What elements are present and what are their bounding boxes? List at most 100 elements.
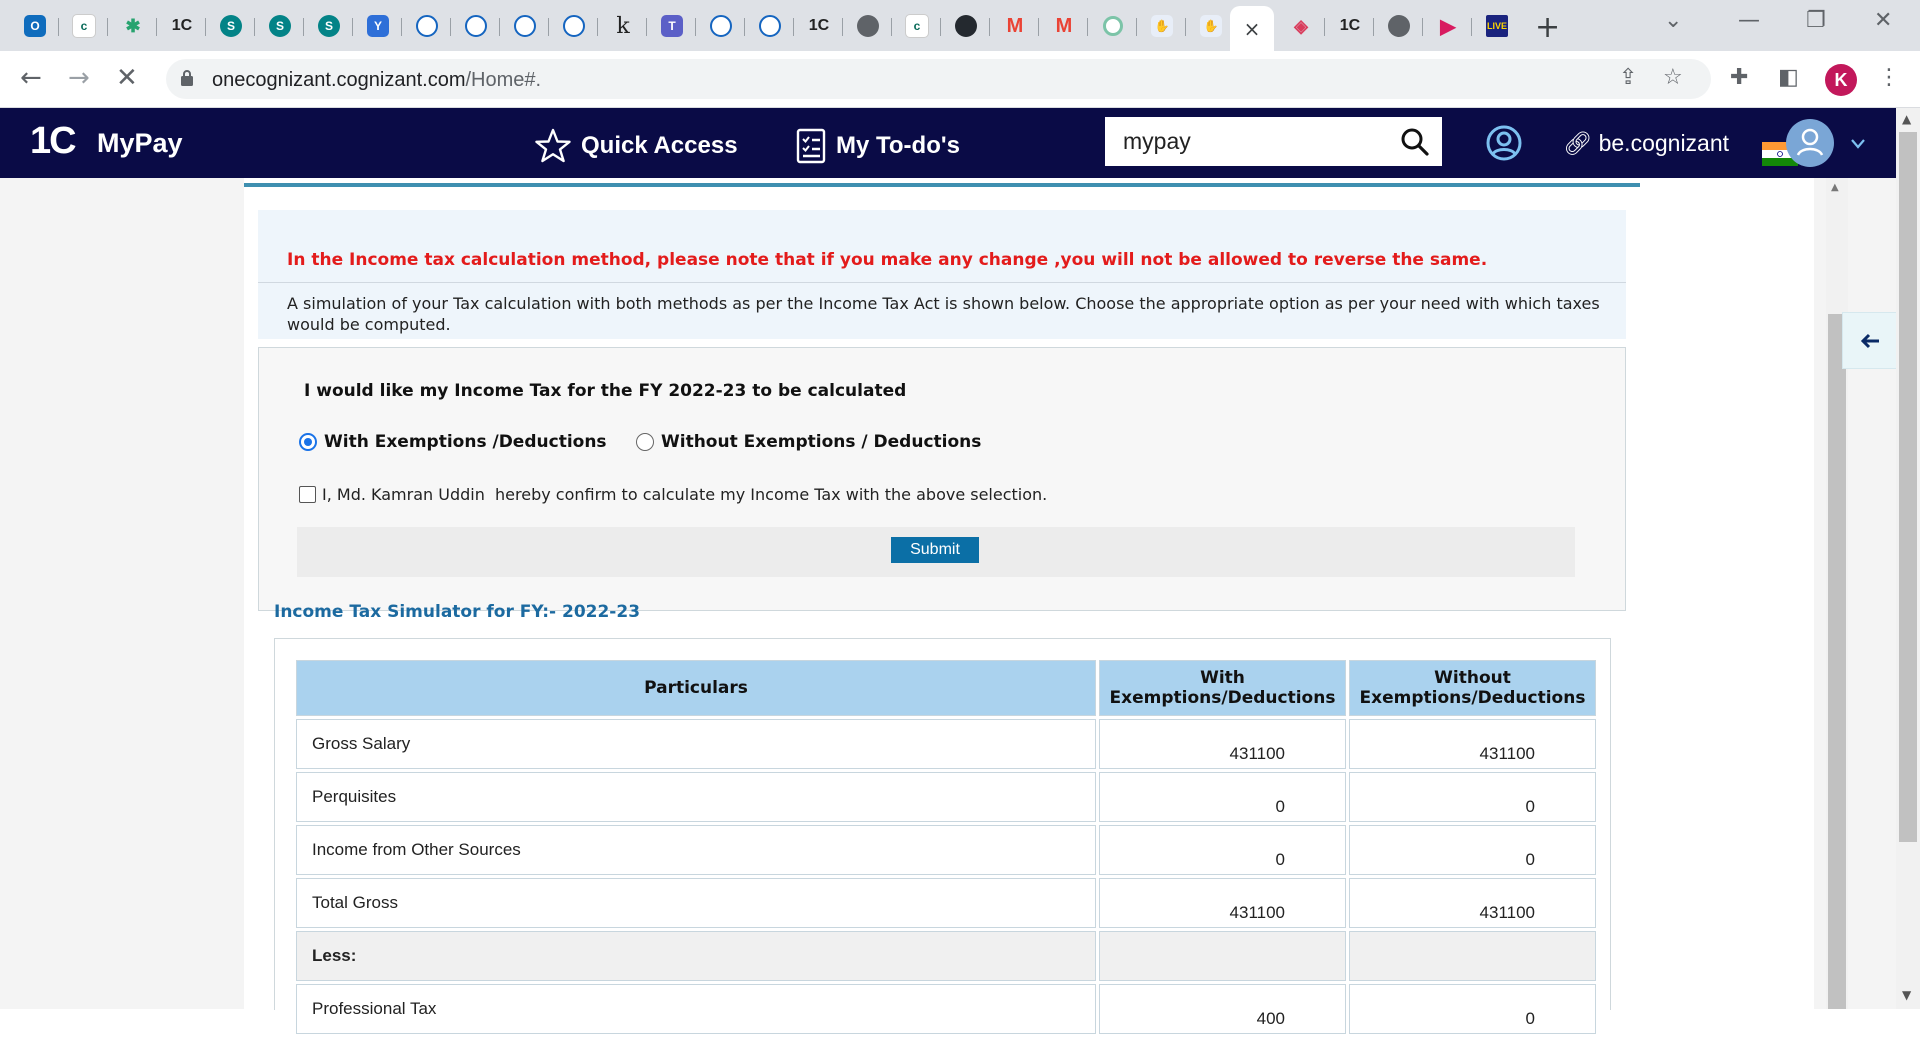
- tab-cognizant[interactable]: c: [894, 8, 941, 44]
- tab-gmail[interactable]: M: [992, 8, 1039, 44]
- without-value: 431100: [1349, 878, 1596, 928]
- viva-engage-icon: Y: [367, 15, 389, 37]
- profile-avatar[interactable]: K: [1825, 64, 1857, 96]
- tab-search-icon[interactable]: ⌄: [1664, 8, 1682, 33]
- tab-viva-engage[interactable]: Y: [355, 8, 402, 44]
- table-row: Perquisites 0 0: [296, 772, 1596, 822]
- option-without-label: Without Exemptions / Deductions: [661, 432, 982, 452]
- page-scrollbar-thumb[interactable]: [1899, 132, 1917, 842]
- description-text: A simulation of your Tax calculation wit…: [287, 294, 1600, 334]
- submit-button[interactable]: Submit: [891, 537, 979, 563]
- confirm-checkbox[interactable]: [299, 486, 316, 503]
- window-close-icon[interactable]: ✕: [1874, 8, 1892, 33]
- tab-globe[interactable]: [845, 8, 892, 44]
- menu-icon[interactable]: ⋮: [1878, 65, 1900, 90]
- one-c-logo[interactable]: 1C: [30, 120, 77, 163]
- side-panel-icon[interactable]: ◧: [1778, 65, 1799, 90]
- tab-app[interactable]: [551, 8, 598, 44]
- tab-github[interactable]: [943, 8, 990, 44]
- tab-outlook[interactable]: O: [12, 8, 59, 44]
- tab-app[interactable]: [404, 8, 451, 44]
- tab-video[interactable]: ▶: [1425, 8, 1472, 44]
- tab-one-c[interactable]: 1C: [159, 8, 206, 44]
- my-todos-link[interactable]: My To-do's: [796, 128, 960, 164]
- tab-active[interactable]: ×: [1230, 6, 1274, 51]
- diamond-icon: [416, 15, 438, 37]
- tab-sharepoint[interactable]: S: [306, 8, 353, 44]
- tab-app[interactable]: ◈: [1278, 8, 1325, 44]
- search-icon[interactable]: [1400, 127, 1430, 157]
- tab-cognizant[interactable]: c: [61, 8, 108, 44]
- tab-sharepoint[interactable]: S: [257, 8, 304, 44]
- tab-app[interactable]: [698, 8, 745, 44]
- scroll-up-icon[interactable]: ▲: [1831, 182, 1839, 193]
- tab-teams[interactable]: T: [649, 8, 696, 44]
- teams-icon: T: [661, 15, 683, 37]
- confirm-row[interactable]: I, Md. Kamran Uddin hereby confirm to ca…: [299, 485, 1047, 504]
- back-icon[interactable]: ←: [20, 63, 42, 93]
- stop-loading-icon[interactable]: ✕: [116, 63, 138, 93]
- option-with-label: With Exemptions /Deductions: [324, 432, 607, 452]
- browser-tab-strip: O c ✱ 1C S S S Y k T 1C c M M ✋ ✋ × ◈ 1C…: [0, 0, 1920, 51]
- tab-one-c[interactable]: 1C: [796, 8, 843, 44]
- bookmark-star-icon[interactable]: ☆: [1663, 65, 1683, 90]
- quick-access-link[interactable]: Quick Access: [535, 128, 738, 164]
- user-avatar[interactable]: [1786, 119, 1834, 167]
- globe-icon: [1388, 15, 1410, 37]
- hand-icon: ✋: [1151, 15, 1173, 37]
- tax-simulator-table: Particulars With Exemptions/Deductions Wi…: [293, 657, 1599, 1037]
- radio-without-exemptions[interactable]: [636, 433, 654, 451]
- side-panel-toggle[interactable]: [1842, 312, 1898, 369]
- chevron-down-icon[interactable]: [1850, 138, 1866, 150]
- tab-app[interactable]: [1090, 8, 1137, 44]
- tab-one-c[interactable]: 1C: [1327, 8, 1374, 44]
- forward-icon[interactable]: →: [68, 63, 90, 93]
- tab-app[interactable]: ✱: [110, 8, 157, 44]
- particulars-header: Particulars: [296, 660, 1096, 716]
- be-cognizant-link[interactable]: 🔗︎ be.cognizant: [1563, 130, 1729, 157]
- checklist-icon: [796, 128, 826, 164]
- simulator-panel: Particulars With Exemptions/Deductions Wi…: [274, 638, 1611, 1034]
- hand-icon: ✋: [1200, 15, 1222, 37]
- close-tab-icon[interactable]: ×: [1244, 17, 1261, 41]
- new-tab-icon[interactable]: +: [1535, 10, 1560, 45]
- without-value: [1349, 931, 1596, 981]
- search-input[interactable]: [1123, 125, 1393, 157]
- scroll-down-icon[interactable]: ▼: [1902, 988, 1911, 1002]
- tab-sharepoint[interactable]: S: [208, 8, 255, 44]
- scroll-up-icon[interactable]: ▲: [1902, 112, 1911, 126]
- tab-app[interactable]: ✋: [1139, 8, 1186, 44]
- tab-app[interactable]: [453, 8, 500, 44]
- with-value: 0: [1099, 825, 1346, 875]
- tab-app[interactable]: [502, 8, 549, 44]
- with-exemptions-header: With Exemptions/Deductions: [1099, 660, 1346, 716]
- radio-with-exemptions[interactable]: [299, 433, 317, 451]
- restore-icon[interactable]: ❐: [1806, 8, 1826, 33]
- app-title: MyPay: [97, 128, 183, 158]
- arrow-left-icon: [1860, 333, 1879, 348]
- without-value: 0: [1349, 772, 1596, 822]
- frame-scrollbar[interactable]: ▲: [1826, 178, 1848, 1009]
- minimize-icon[interactable]: —: [1738, 8, 1760, 33]
- tab-k[interactable]: k: [600, 8, 647, 44]
- tab-app[interactable]: ✋: [1188, 8, 1234, 44]
- tab-app[interactable]: [747, 8, 794, 44]
- frame-scrollbar-thumb[interactable]: [1828, 314, 1846, 1009]
- share-icon[interactable]: ⇪: [1619, 65, 1637, 90]
- address-bar[interactable]: onecognizant.cognizant.com/Home#. ⇪ ☆: [166, 59, 1711, 99]
- tab-app[interactable]: LIVE: [1474, 8, 1520, 44]
- header-search: [1105, 117, 1442, 166]
- tab-globe[interactable]: [1376, 8, 1423, 44]
- tab-gmail[interactable]: M: [1041, 8, 1088, 44]
- option-with-exemptions[interactable]: With Exemptions /Deductions: [299, 432, 607, 452]
- option-without-exemptions[interactable]: Without Exemptions / Deductions: [636, 432, 981, 452]
- with-value: 400: [1099, 984, 1346, 1034]
- selection-question: I would like my Income Tax for the FY 20…: [304, 381, 907, 401]
- diamond-icon: [563, 15, 585, 37]
- user-search-icon[interactable]: [1485, 124, 1523, 162]
- page-scrollbar[interactable]: ▲ ▼: [1896, 108, 1920, 1009]
- ring-icon: [1103, 16, 1123, 36]
- submit-bar: Submit: [297, 527, 1575, 577]
- with-value: [1099, 931, 1346, 981]
- extensions-icon[interactable]: ✚: [1730, 65, 1748, 90]
